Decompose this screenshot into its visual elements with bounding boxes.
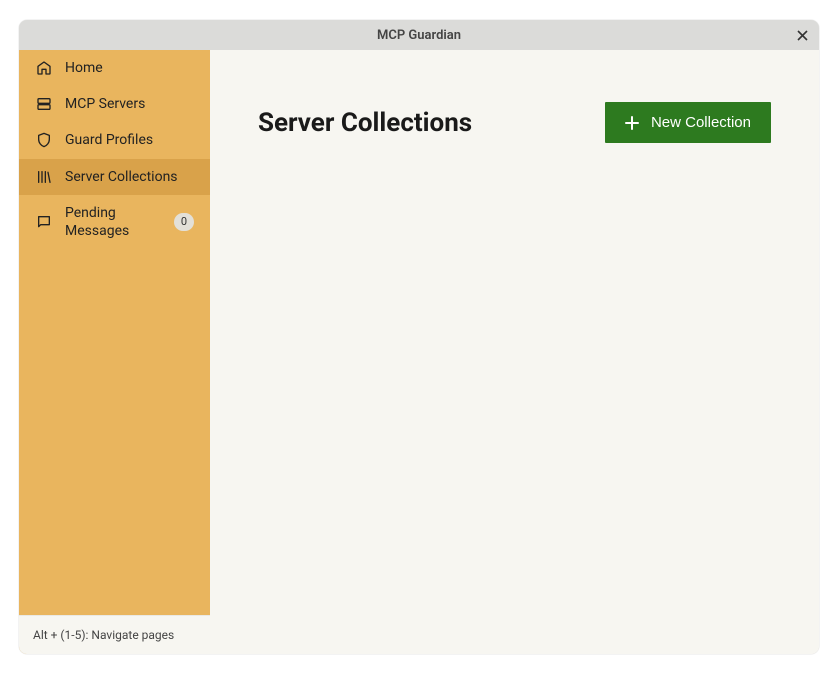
shield-icon [35,131,53,149]
new-collection-label: New Collection [651,114,751,131]
sidebar-items: Home MCP Servers Guard Profiles [19,50,210,615]
main-content: Server Collections New Collection [210,50,819,654]
sidebar: Home MCP Servers Guard Profiles [19,50,210,654]
sidebar-item-pending-messages[interactable]: Pending Messages 0 [19,195,210,249]
plus-icon [625,116,639,130]
app-window: MCP Guardian Home MCP Servers [19,20,819,654]
home-icon [35,59,53,77]
titlebar: MCP Guardian [19,20,819,50]
message-icon [35,213,53,231]
sidebar-item-label: Pending Messages [65,204,162,240]
server-icon [35,95,53,113]
sidebar-item-home[interactable]: Home [19,50,210,86]
sidebar-item-label: Server Collections [65,168,194,186]
content-area: Home MCP Servers Guard Profiles [19,50,819,654]
close-button[interactable] [793,26,811,44]
sidebar-item-guard-profiles[interactable]: Guard Profiles [19,122,210,158]
page-title: Server Collections [258,108,472,138]
sidebar-item-server-collections[interactable]: Server Collections [19,159,210,195]
sidebar-item-label: MCP Servers [65,95,194,113]
sidebar-item-mcp-servers[interactable]: MCP Servers [19,86,210,122]
sidebar-item-label: Home [65,59,194,77]
sidebar-item-label: Guard Profiles [65,131,194,149]
sidebar-footer-hint: Alt + (1-5): Navigate pages [19,615,210,654]
library-icon [35,168,53,186]
new-collection-button[interactable]: New Collection [605,102,771,143]
close-icon [797,30,808,41]
pending-badge: 0 [174,213,194,231]
window-title: MCP Guardian [377,28,461,43]
page-header: Server Collections New Collection [258,102,771,143]
